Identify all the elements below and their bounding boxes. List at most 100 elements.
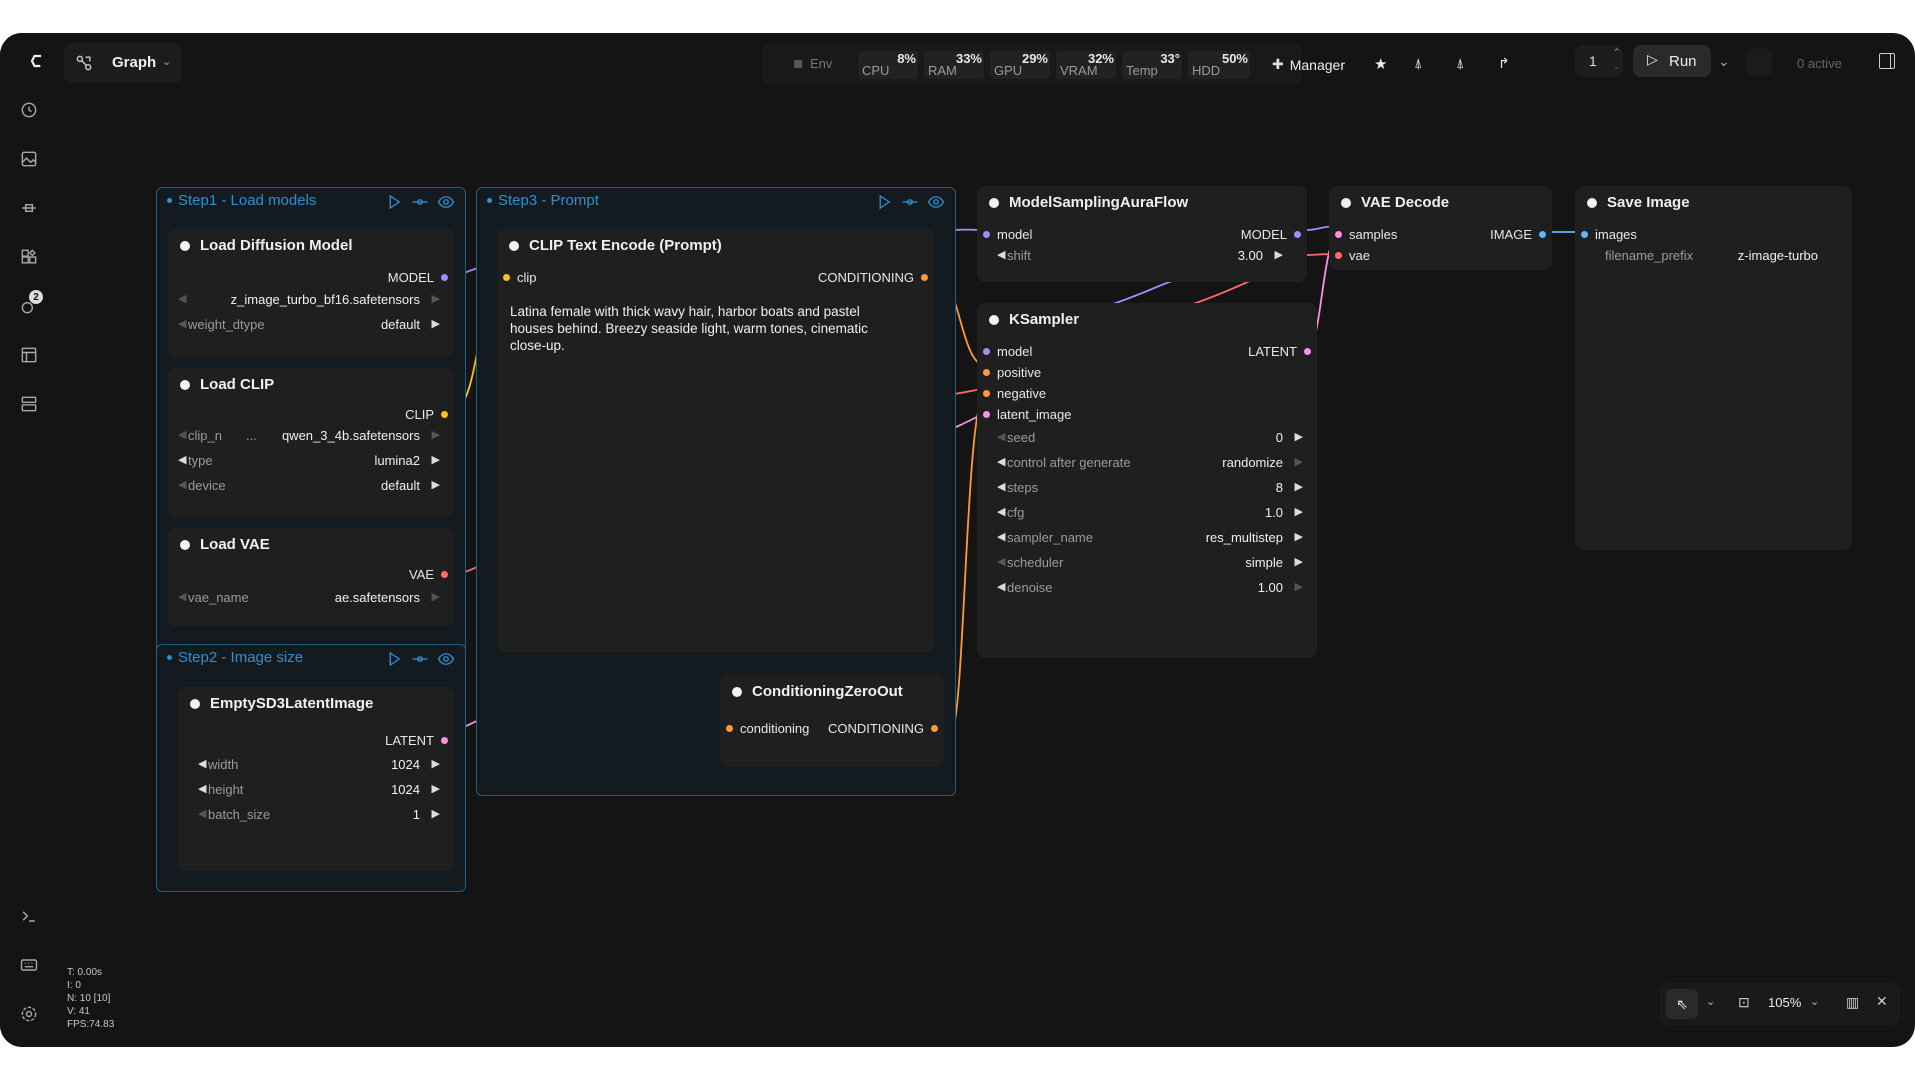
templates-icon[interactable]: [15, 341, 43, 369]
input-conditioning[interactable]: conditioning: [726, 720, 809, 736]
clip-device-widget[interactable]: ◀ device default ▶: [178, 475, 444, 497]
pointer-select-icon[interactable]: ⇖: [1666, 989, 1698, 1019]
hdd-stat: HDD 50%: [1188, 51, 1250, 79]
batch-size-widget[interactable]: ◀ batch_size 1 ▶: [198, 804, 444, 826]
comfy-logo-icon[interactable]: [22, 47, 52, 75]
input-samples[interactable]: samples: [1335, 226, 1397, 242]
output-clip[interactable]: CLIP: [405, 406, 448, 422]
output-model[interactable]: MODEL: [1241, 226, 1301, 242]
panel-toggle-icon[interactable]: [1879, 53, 1895, 69]
keyboard-icon[interactable]: [15, 951, 43, 979]
star-icon[interactable]: ★: [1374, 55, 1387, 73]
input-vae[interactable]: vae: [1335, 247, 1370, 263]
node-title: ConditioningZeroOut: [732, 683, 903, 700]
prompt-textarea[interactable]: Latina female with thick wavy hair, harb…: [510, 303, 905, 354]
bypass-icon[interactable]: [411, 193, 429, 211]
denoise-widget[interactable]: ◀ denoise 1.00 ▶: [997, 577, 1307, 599]
clip-type-widget[interactable]: ◀ type lumina2 ▶: [178, 450, 444, 472]
node-load-clip[interactable]: Load CLIP CLIP ◀ clip_n... qwen_3_4b.safet…: [168, 368, 454, 517]
env-label[interactable]: Env: [794, 56, 832, 71]
eye-icon[interactable]: [927, 193, 945, 211]
eye-icon[interactable]: [437, 650, 455, 668]
scheduler-widget[interactable]: ◀ scheduler simple ▶: [997, 552, 1307, 574]
redo-arrow-icon[interactable]: ↱: [1498, 55, 1510, 72]
vae-name-widget[interactable]: ◀ vae_name ae.safetensors ▶: [178, 587, 444, 609]
gpu-stat: GPU 29%: [990, 51, 1050, 79]
output-latent[interactable]: LATENT: [385, 732, 448, 748]
share-icon[interactable]: ⍋: [1414, 55, 1422, 72]
chevron-down-icon[interactable]: ⌄: [1613, 61, 1621, 72]
active-count: 0 active: [1797, 56, 1842, 71]
input-model[interactable]: model: [983, 343, 1032, 359]
chevron-down-icon[interactable]: ⌄: [1810, 995, 1819, 1008]
input-negative[interactable]: negative: [983, 385, 1046, 401]
seed-widget[interactable]: ◀ seed 0 ▶: [997, 427, 1307, 449]
output-vae[interactable]: VAE: [409, 566, 448, 582]
manager-button[interactable]: ✚ Manager: [1272, 56, 1345, 73]
nodes-icon[interactable]: [15, 243, 43, 271]
graph-label: Graph: [112, 54, 157, 71]
node-save-image[interactable]: Save Image images filename_prefix z-image…: [1575, 186, 1852, 550]
steps-widget[interactable]: ◀ steps 8 ▶: [997, 477, 1307, 499]
input-images[interactable]: images: [1581, 226, 1637, 242]
node-model-sampling-aura-flow[interactable]: ModelSamplingAuraFlow model MODEL ◀ shift…: [977, 186, 1307, 282]
output-conditioning[interactable]: CONDITIONING: [818, 269, 928, 285]
fit-view-icon[interactable]: ⊡: [1738, 994, 1750, 1011]
node-title: Save Image: [1587, 194, 1690, 211]
node-conditioning-zero-out[interactable]: ConditioningZeroOut conditioning CONDITI…: [720, 675, 944, 767]
node-title: Load Diffusion Model: [180, 237, 352, 254]
clip-name-widget[interactable]: ◀ clip_n... qwen_3_4b.safetensors ▶: [178, 425, 444, 447]
node-title: VAE Decode: [1341, 194, 1449, 211]
node-empty-sd3-latent-image[interactable]: EmptySD3LatentImage LATENT ◀ width 1024 ▶ ◀…: [178, 687, 454, 871]
output-conditioning[interactable]: CONDITIONING: [828, 720, 938, 736]
app-window: 2 Graph ⌄ Env CPU 8% RAM 33% GPU 29% VRAM 32…: [0, 33, 1915, 1047]
publish-icon[interactable]: ⍋: [1456, 55, 1464, 72]
terminal-icon[interactable]: [15, 902, 43, 930]
output-image[interactable]: IMAGE: [1490, 226, 1546, 242]
output-latent[interactable]: LATENT: [1248, 343, 1311, 359]
stop-button[interactable]: [1746, 49, 1772, 75]
images-icon[interactable]: [15, 145, 43, 173]
input-positive[interactable]: positive: [983, 364, 1041, 380]
vram-stat: VRAM 32%: [1056, 51, 1116, 79]
node-load-diffusion-model[interactable]: Load Diffusion Model MODEL ◀ z_image_turb…: [168, 229, 454, 357]
zoom-level[interactable]: 105%: [1768, 995, 1801, 1010]
output-model[interactable]: MODEL: [388, 269, 448, 285]
sampler-name-widget[interactable]: ◀ sampler_name res_multistep ▶: [997, 527, 1307, 549]
run-button[interactable]: ▷ Run: [1633, 45, 1711, 77]
queue-icon[interactable]: 2: [15, 290, 43, 320]
play-icon[interactable]: [385, 650, 403, 668]
control-after-generate-widget[interactable]: ◀ control after generate randomize ▶: [997, 452, 1307, 474]
node-ksampler[interactable]: KSampler LATENT model positive negative …: [977, 303, 1317, 658]
hide-links-icon[interactable]: ✕: [1876, 993, 1888, 1010]
cfg-widget[interactable]: ◀ cfg 1.0 ▶: [997, 502, 1307, 524]
models-icon[interactable]: [15, 194, 43, 222]
eye-icon[interactable]: [437, 193, 455, 211]
chevron-up-icon[interactable]: ⌃: [1613, 47, 1621, 58]
weight-dtype-widget[interactable]: ◀ weight_dtype default ▶: [178, 314, 444, 336]
shift-widget[interactable]: ◀ shift 3.00 ▶: [997, 245, 1287, 267]
graph-selector[interactable]: Graph ⌄: [64, 43, 182, 83]
workflows-icon[interactable]: [15, 390, 43, 418]
queue-count-stepper[interactable]: 1 ⌃ ⌄: [1575, 45, 1623, 77]
height-widget[interactable]: ◀ height 1024 ▶: [198, 779, 444, 801]
input-clip[interactable]: clip: [503, 269, 537, 285]
input-model[interactable]: model: [983, 226, 1032, 242]
filename-prefix-widget[interactable]: filename_prefix z-image-turbo: [1595, 245, 1842, 267]
minimap-icon[interactable]: ▥: [1846, 994, 1859, 1011]
input-latent-image[interactable]: latent_image: [983, 406, 1071, 422]
settings-gear-icon[interactable]: [15, 1000, 43, 1028]
node-vae-decode[interactable]: VAE Decode samples vae IMAGE: [1329, 186, 1552, 270]
history-icon[interactable]: [15, 96, 43, 124]
run-options-chevron-icon[interactable]: ⌄: [1718, 53, 1730, 70]
play-icon[interactable]: [875, 193, 893, 211]
chevron-down-icon[interactable]: ⌄: [1706, 995, 1715, 1008]
width-widget[interactable]: ◀ width 1024 ▶: [198, 754, 444, 776]
bypass-icon[interactable]: [411, 650, 429, 668]
unet-name-widget[interactable]: ◀ z_image_turbo_bf16.safetensors ▶: [178, 289, 444, 311]
node-clip-text-encode[interactable]: CLIP Text Encode (Prompt) clip CONDITION…: [497, 229, 934, 652]
node-load-vae[interactable]: Load VAE VAE ◀ vae_name ae.safetensors ▶: [168, 528, 454, 626]
bypass-icon[interactable]: [901, 193, 919, 211]
play-icon[interactable]: [385, 193, 403, 211]
group-title: Step3 - Prompt: [487, 192, 599, 209]
